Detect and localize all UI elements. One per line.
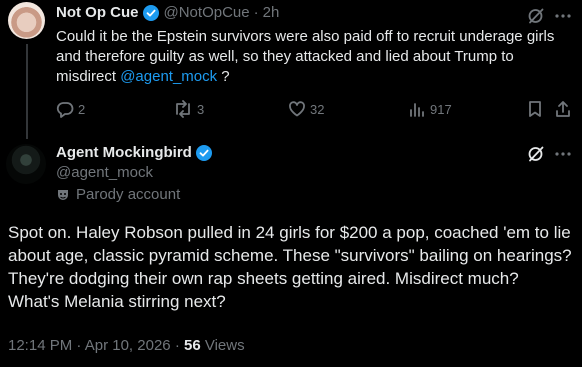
- avatar-notopcue[interactable]: [8, 2, 45, 39]
- reply-count: 2: [78, 101, 86, 117]
- like-icon: [289, 101, 305, 117]
- main-tweet-header: Agent Mockingbird: [56, 144, 217, 161]
- share-button[interactable]: [554, 100, 572, 118]
- share-icon: [556, 101, 570, 117]
- tweet-header: Not Op Cue @NotOpCue · 2h: [56, 4, 279, 21]
- views-label: Views: [204, 337, 245, 354]
- mention-link[interactable]: @agent_mock: [120, 68, 217, 85]
- bookmark-icon: [529, 101, 541, 117]
- verified-badge-icon[interactable]: [142, 4, 159, 21]
- avatar-agent-mock[interactable]: [6, 144, 46, 184]
- parody-account-label: Parody account: [56, 186, 180, 203]
- author-handle[interactable]: @agent_mock: [56, 164, 153, 181]
- header-separator: ·: [253, 4, 259, 21]
- tweet-date[interactable]: Apr 10, 2026: [85, 337, 171, 354]
- tweet-timestamp[interactable]: 2h: [263, 4, 280, 21]
- tweet-actions: 2 3 32 917: [56, 100, 571, 120]
- views-number: 56: [183, 337, 201, 354]
- more-icon[interactable]: [554, 7, 572, 25]
- author-name[interactable]: Not Op Cue: [56, 4, 139, 21]
- tweet-text-tail: ?: [217, 68, 230, 85]
- parody-label-text: Parody account: [76, 186, 181, 203]
- views-count: 917: [430, 101, 452, 117]
- repost-count: 3: [197, 101, 205, 117]
- more-icon[interactable]: [554, 145, 572, 163]
- thread-connector-line: [26, 44, 28, 139]
- author-name[interactable]: Agent Mockingbird: [56, 144, 192, 161]
- like-count: 32: [310, 101, 325, 117]
- views-button[interactable]: 917: [408, 100, 452, 118]
- repost-icon: [176, 100, 190, 118]
- main-tweet-text: Spot on. Haley Robson pulled in 24 girls…: [8, 223, 572, 311]
- author-handle[interactable]: @NotOpCue: [164, 4, 250, 21]
- tweet-text: Could it be the Epstein survivors were a…: [56, 27, 566, 87]
- meta-separator: ·: [174, 337, 180, 354]
- grok-icon[interactable]: [527, 7, 545, 25]
- tweet-time[interactable]: 12:14 PM: [8, 337, 72, 354]
- parody-mask-icon: [58, 189, 68, 200]
- repost-button[interactable]: 3: [173, 100, 204, 118]
- reply-icon: [56, 102, 74, 118]
- verified-badge-icon[interactable]: [195, 144, 212, 161]
- reply-button[interactable]: 2: [56, 100, 85, 118]
- bookmark-button[interactable]: [526, 100, 544, 118]
- tweet-meta: 12:14 PM · Apr 10, 2026 · 56 Views: [8, 337, 245, 354]
- grok-icon[interactable]: [527, 145, 545, 163]
- like-button[interactable]: 32: [288, 100, 324, 118]
- views-icon: [410, 103, 424, 117]
- meta-separator: ·: [76, 337, 82, 354]
